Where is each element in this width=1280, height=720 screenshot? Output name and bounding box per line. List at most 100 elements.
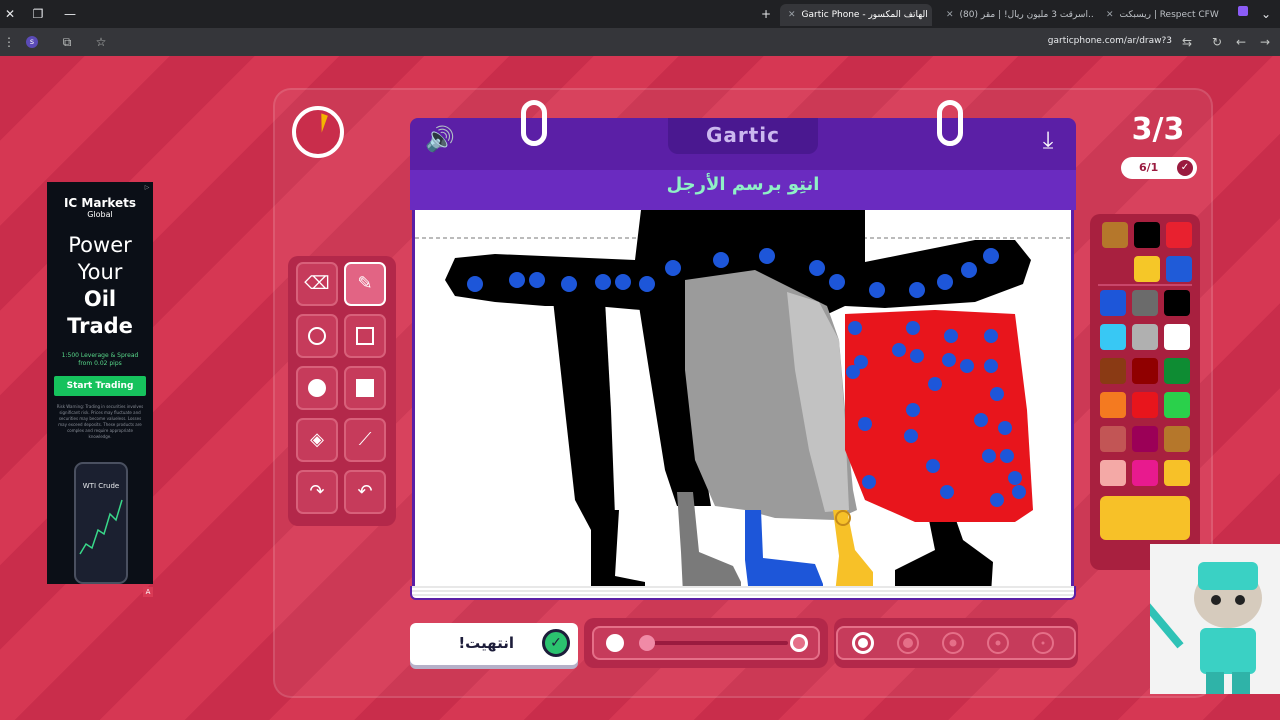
brush-size-selector: [836, 626, 1076, 660]
opacity-slider-panel: [584, 618, 828, 668]
rectangle-tool[interactable]: [344, 314, 386, 358]
back-icon[interactable]: →: [1258, 35, 1272, 49]
ellipse-tool[interactable]: [296, 314, 338, 358]
size-option-1[interactable]: [852, 632, 874, 654]
bookmark-star-icon[interactable]: ☆: [94, 35, 108, 49]
color-swatch[interactable]: [1100, 392, 1126, 418]
check-icon: ✓: [1177, 160, 1193, 176]
color-swatch[interactable]: [1164, 324, 1190, 350]
timer-wedge: [315, 113, 328, 133]
color-swatch[interactable]: [1100, 460, 1126, 486]
close-window-icon[interactable]: ✕: [2, 6, 18, 22]
new-tab-icon[interactable]: +: [758, 6, 774, 22]
size-option-4[interactable]: [987, 632, 1009, 654]
filled-rectangle-icon: [356, 379, 374, 397]
close-tab-icon[interactable]: ✕: [1106, 4, 1114, 26]
ad-banner[interactable]: ▷ IC Markets Global Power Your Oil Trade 1:5…: [47, 182, 153, 597]
opacity-track[interactable]: [640, 641, 788, 645]
drawing: [415, 210, 1071, 594]
board-header: Gartic 🔊 ⤓ انتِو برسم الأرجل: [410, 118, 1076, 210]
color-swatch[interactable]: [1164, 460, 1190, 486]
ad-cta-button[interactable]: Start Trading: [54, 376, 146, 396]
size-option-5[interactable]: [1032, 632, 1054, 654]
forward-icon[interactable]: ←: [1234, 35, 1248, 49]
eraser-tool[interactable]: ⌫: [296, 262, 338, 306]
profile-avatar[interactable]: s: [26, 36, 38, 48]
opacity-slider[interactable]: [592, 626, 820, 660]
tab-favicon: [1238, 6, 1248, 16]
color-swatch[interactable]: [1164, 426, 1190, 452]
ad-marker-icon[interactable]: A: [143, 587, 153, 597]
color-swatch[interactable]: [1132, 290, 1158, 316]
ad-subtext: 1:500 Leverage & Spread from 0.02 pips: [61, 352, 139, 367]
color-swatch[interactable]: [1100, 290, 1126, 316]
ad-brand: IC Markets Global: [63, 196, 137, 219]
rectangle-outline-icon: [356, 327, 374, 345]
tab-youtube[interactable]: ✕(80) اسرقت 3 مليون ريال! | مقر...: [938, 4, 1094, 26]
color-swatch[interactable]: [1132, 392, 1158, 418]
close-tab-icon[interactable]: ✕: [946, 4, 954, 26]
color-swatch[interactable]: [1132, 426, 1158, 452]
address-bar: ⋮ s ⧉ ☆ garticphone.com/ar/draw?3 ⇆ ↻ ← …: [0, 28, 1280, 56]
color-swatch[interactable]: [1132, 324, 1158, 350]
url-text[interactable]: garticphone.com/ar/draw?3: [1048, 36, 1172, 46]
color-swatch[interactable]: [1164, 358, 1190, 384]
color-swatch[interactable]: [1166, 256, 1192, 282]
color-swatch[interactable]: [1164, 392, 1190, 418]
pencil-tool[interactable]: ✎: [344, 262, 386, 306]
color-swatch[interactable]: [1100, 324, 1126, 350]
adchoices-icon[interactable]: ▷: [143, 184, 151, 192]
redo-icon: ↷: [309, 481, 325, 502]
extensions-icon[interactable]: ⧉: [60, 35, 74, 49]
minimize-window-icon[interactable]: —: [62, 6, 78, 22]
filled-rectangle-tool[interactable]: [344, 366, 386, 410]
speaker-icon[interactable]: 🔊: [422, 124, 458, 154]
line-tool[interactable]: ⟋: [344, 418, 386, 462]
tab-gartic[interactable]: ✕ Gartic Phone - الهاتف المكسور: [780, 4, 932, 26]
tab-respect[interactable]: ✕ ريسبكت | Respect CFW: [1098, 4, 1228, 26]
cat-avatar: [1132, 544, 1280, 694]
progress-text: 6/1: [1139, 161, 1159, 174]
ad-risk-warning: Risk Warning: Trading in securities invo…: [56, 404, 144, 439]
color-swatch[interactable]: [1134, 222, 1160, 248]
ad-phone-label: WTI Crude: [82, 482, 120, 490]
color-swatch[interactable]: [1100, 426, 1126, 452]
color-swatch[interactable]: [1132, 460, 1158, 486]
filled-ellipse-icon: [308, 379, 326, 397]
pencil-icon: ✎: [357, 273, 373, 294]
opacity-knob[interactable]: [639, 635, 656, 651]
download-icon[interactable]: ⤓: [1032, 124, 1064, 156]
color-swatch[interactable]: [1102, 222, 1128, 248]
color-swatch[interactable]: [1132, 358, 1158, 384]
line-icon: ⟋: [358, 429, 372, 450]
size-option-2[interactable]: [897, 632, 919, 654]
tab-search-icon[interactable]: ⌄: [1258, 6, 1274, 22]
opacity-min-icon: [606, 634, 624, 652]
done-button[interactable]: انتهيت! ✓: [410, 623, 578, 665]
eraser-icon: ⌫: [304, 273, 330, 294]
binder-ring-left: [521, 100, 547, 146]
restore-window-icon[interactable]: ❐: [30, 6, 46, 22]
site-settings-icon[interactable]: ⇆: [1180, 35, 1194, 49]
tool-panel: ⌫ ✎ ◈ ⟋ ↷ ↶: [288, 256, 396, 526]
color-swatch[interactable]: [1134, 256, 1160, 282]
webcam-overlay: [1132, 544, 1280, 694]
black-leg-1: [553, 300, 615, 530]
reload-icon[interactable]: ↻: [1210, 35, 1224, 49]
undo-icon: ↶: [357, 481, 373, 502]
paper-edge: [410, 586, 1076, 600]
selected-color-preview: [1100, 496, 1190, 540]
gartic-logo: Gartic: [668, 118, 818, 154]
ad-phone-image: WTI Crude: [74, 462, 128, 584]
undo-tool[interactable]: ↶: [344, 470, 386, 514]
redo-tool[interactable]: ↷: [296, 470, 338, 514]
color-swatch[interactable]: [1100, 358, 1126, 384]
color-swatch[interactable]: [1164, 290, 1190, 316]
filled-ellipse-tool[interactable]: [296, 366, 338, 410]
drawing-canvas[interactable]: [412, 210, 1074, 594]
menu-icon[interactable]: ⋮: [2, 35, 16, 49]
color-swatch[interactable]: [1166, 222, 1192, 248]
fill-bucket-tool[interactable]: ◈: [296, 418, 338, 462]
close-tab-icon[interactable]: ✕: [788, 4, 796, 26]
size-option-3[interactable]: [942, 632, 964, 654]
